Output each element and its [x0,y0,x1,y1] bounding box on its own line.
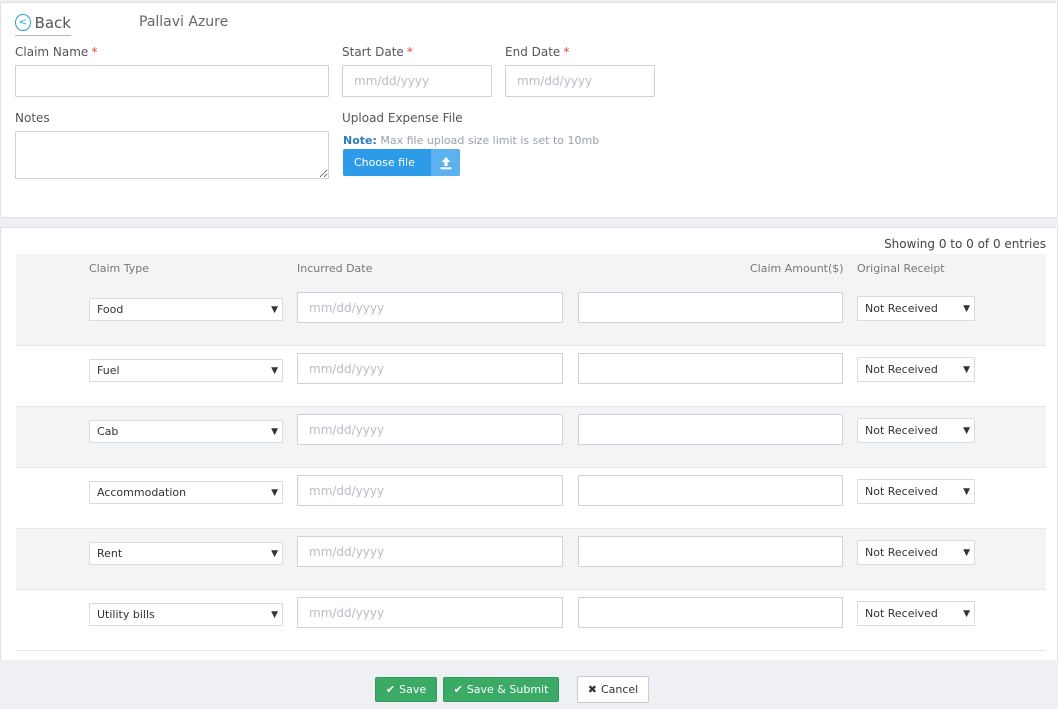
table-row: Accommodation ▼ Not Received ▼ [16,468,1046,529]
start-date-input[interactable] [342,65,492,97]
check-icon: ✔ [453,683,463,696]
receipt-value: Not Received [865,302,938,315]
receipt-select[interactable]: Not Received ▼ [857,479,975,504]
caret-down-icon: ▼ [271,548,278,559]
claim-type-value: Accommodation [97,486,187,499]
claim-amount-input[interactable] [578,597,843,628]
col-claim-amount: Claim Amount($) [750,262,844,275]
save-submit-button[interactable]: ✔ Save & Submit [443,677,559,702]
claim-type-select[interactable]: Food ▼ [89,298,283,321]
col-claim-type: Claim Type [89,262,150,275]
cancel-button[interactable]: ✖ Cancel [577,676,649,703]
back-link[interactable]: < Back [15,12,71,36]
incurred-date-input[interactable] [297,536,563,567]
end-date-label: End Date * [505,45,570,59]
caret-down-icon: ▼ [271,365,278,376]
table-row: Cab ▼ Not Received ▼ [16,407,1046,468]
claim-type-value: Food [97,303,124,316]
caret-down-icon: ▼ [271,609,278,620]
claim-amount-input[interactable] [578,353,843,384]
claim-type-select[interactable]: Utility bills ▼ [89,603,283,626]
upload-label: Upload Expense File [342,111,463,125]
receipt-value: Not Received [865,485,938,498]
caret-down-icon: ▼ [963,547,970,558]
back-arrow-icon: < [15,14,31,31]
end-date-input[interactable] [505,65,655,97]
choose-file-label: Choose file [354,156,415,169]
receipt-value: Not Received [865,546,938,559]
claim-type-select[interactable]: Fuel ▼ [89,359,283,382]
notes-label: Notes [15,111,50,125]
entries-info: Showing 0 to 0 of 0 entries [884,237,1046,251]
receipt-value: Not Received [865,607,938,620]
claim-name-label: Claim Name * [15,45,98,59]
required-marker: * [406,45,413,59]
claim-type-select[interactable]: Cab ▼ [89,420,283,443]
table-row: Rent ▼ Not Received ▼ [16,529,1046,590]
caret-down-icon: ▼ [963,608,970,619]
incurred-date-input[interactable] [297,353,563,384]
col-original-receipt: Original Receipt [857,262,945,275]
col-incurred-date: Incurred Date [297,262,373,275]
caret-down-icon: ▼ [963,425,970,436]
upload-note: Note: Max file upload size limit is set … [343,134,600,147]
receipt-select[interactable]: Not Received ▼ [857,540,975,565]
claim-amount-input[interactable] [578,475,843,506]
incurred-date-input[interactable] [297,597,563,628]
caret-down-icon: ▼ [271,304,278,315]
table-row: Food ▼ Not Received ▼ [16,285,1046,346]
receipt-select[interactable]: Not Received ▼ [857,418,975,443]
claim-items-panel: Showing 0 to 0 of 0 entries Claim Type I… [0,227,1058,660]
caret-down-icon: ▼ [963,364,970,375]
claim-type-select[interactable]: Rent ▼ [89,542,283,565]
claim-amount-input[interactable] [578,536,843,567]
required-marker: * [91,45,98,59]
close-icon: ✖ [587,683,597,696]
check-icon: ✔ [385,683,396,696]
caret-down-icon: ▼ [271,426,278,437]
claim-type-value: Rent [97,547,123,560]
receipt-value: Not Received [865,424,938,437]
form-footer: ✔ Save ✔ Save & Submit ✖ Cancel [0,660,1058,709]
incurred-date-input[interactable] [297,475,563,506]
table-row: Utility bills ▼ Not Received ▼ [16,590,1046,651]
claim-type-value: Cab [97,425,119,438]
receipt-select[interactable]: Not Received ▼ [857,296,975,321]
claim-form-panel: < Back Pallavi Azure Claim Name * Start D… [0,2,1058,218]
receipt-value: Not Received [865,363,938,376]
claim-amount-input[interactable] [578,414,843,445]
caret-down-icon: ▼ [963,303,970,314]
required-marker: * [563,45,570,59]
notes-textarea[interactable] [15,131,329,179]
save-button[interactable]: ✔ Save [375,677,437,702]
start-date-label: Start Date * [342,45,413,59]
claim-type-value: Utility bills [97,608,155,621]
table-row: Fuel ▼ Not Received ▼ [16,346,1046,407]
claim-type-select[interactable]: Accommodation ▼ [89,481,283,504]
caret-down-icon: ▼ [963,486,970,497]
user-name: Pallavi Azure [139,14,229,30]
caret-down-icon: ▼ [271,487,278,498]
receipt-select[interactable]: Not Received ▼ [857,357,975,382]
incurred-date-input[interactable] [297,292,563,323]
claim-amount-input[interactable] [578,292,843,323]
incurred-date-input[interactable] [297,414,563,445]
back-label: Back [34,13,71,32]
claim-name-input[interactable] [15,65,329,97]
receipt-select[interactable]: Not Received ▼ [857,601,975,626]
claim-type-value: Fuel [97,364,120,377]
table-header: Claim Type Incurred Date Claim Amount($)… [16,254,1046,285]
upload-icon [431,149,460,176]
choose-file-button[interactable]: Choose file [343,149,460,176]
